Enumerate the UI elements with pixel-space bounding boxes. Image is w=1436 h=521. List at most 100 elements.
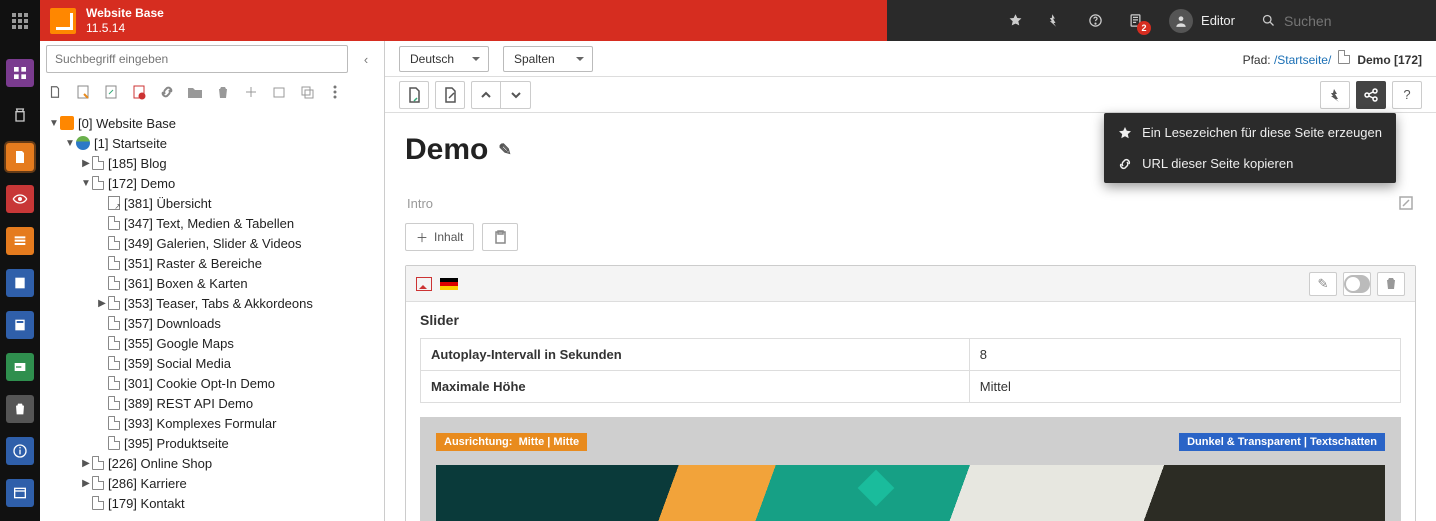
tree-node[interactable]: ▶[353] Teaser, Tabs & Akkordeons [40,293,380,313]
caret-icon[interactable]: ▶ [80,158,92,169]
edit-column-icon[interactable] [1398,195,1414,211]
module-recycler[interactable] [6,395,34,423]
copy-icon[interactable] [298,83,316,101]
module-template[interactable] [6,311,34,339]
tree-node[interactable]: ▶ [286] Karriere [40,473,380,493]
table-row: Autoplay-Intervall in Sekunden8 [421,339,1401,371]
module-sites[interactable] [6,479,34,507]
new-page-mount-icon[interactable] [130,83,148,101]
language-select[interactable]: Deutsch [399,46,489,72]
tree-node[interactable]: [381] Übersicht [40,193,380,213]
tree-collapse-button[interactable]: ‹ [354,45,378,73]
tree-node[interactable]: [361] Boxen & Karten [40,273,380,293]
caret-icon[interactable]: ▼ [80,178,92,189]
cache-button[interactable] [1035,0,1075,41]
module-dashboard[interactable] [6,59,34,87]
link-icon[interactable] [158,83,176,101]
toggle-icon [1344,275,1370,293]
help-button[interactable] [1075,0,1115,41]
tree-node[interactable]: [347] Text, Medien & Tabellen [40,213,380,233]
module-page[interactable] [6,143,34,171]
tree-node[interactable]: [389] REST API Demo [40,393,380,413]
new-page-icon[interactable] [46,83,64,101]
page-tree[interactable]: ▼[0] Website Base▼[1] Startseite▶[185] B… [40,107,384,521]
edit-page-button[interactable] [435,81,465,109]
folder-icon[interactable] [186,83,204,101]
tree-node-label: [226] Online Shop [108,456,212,471]
nav-up-button[interactable] [471,81,501,109]
clear-cache-button[interactable] [1320,81,1350,109]
caret-icon[interactable]: ▶ [96,298,108,309]
alignment-badge: Ausrichtung: Mitte | Mitte [436,433,587,451]
caret-icon[interactable]: ▼ [48,118,60,129]
tree-node-label: [349] Galerien, Slider & Videos [124,236,302,251]
bookmarks-button[interactable] [995,0,1035,41]
toggle-element-button[interactable] [1343,272,1371,296]
trash-icon[interactable] [214,83,232,101]
tree-node[interactable]: ▶[185] Blog [40,153,380,173]
sysfolder-icon[interactable] [270,83,288,101]
module-view[interactable] [6,185,34,213]
columns-select[interactable]: Spalten [503,46,593,72]
paste-content-button[interactable] [482,223,518,251]
reports-button[interactable]: 2 [1115,0,1155,41]
nav-down-button[interactable] [501,81,531,109]
module-forms[interactable] [6,353,34,381]
tree-node[interactable]: ▶ [226] Online Shop [40,453,380,473]
dropdown-bookmark[interactable]: Ein Lesezeichen für diese Seite erzeugen [1104,117,1396,148]
page-icon [108,336,120,350]
tree-node[interactable]: [359] Social Media [40,353,380,373]
apps-button[interactable] [0,0,40,41]
page-icon [92,476,104,490]
page-icon [108,436,120,450]
tree-node[interactable]: [179] Kontakt [40,493,380,513]
caret-icon[interactable]: ▶ [80,478,92,489]
user-menu-button[interactable]: Editor [1155,0,1249,41]
breadcrumb-link[interactable]: /Startseite/ [1274,53,1331,67]
module-web[interactable] [6,101,34,129]
tree-node[interactable]: ▼[0] Website Base [40,113,380,133]
tree-filter-input[interactable] [46,45,348,73]
page-icon [108,316,120,330]
edit-element-button[interactable]: ✎ [1309,272,1337,296]
tree-node[interactable]: ▼ [1] Startseite [40,133,380,153]
new-page-shortcut-icon[interactable] [102,83,120,101]
tree-node[interactable]: [355] Google Maps [40,333,380,353]
caret-icon[interactable]: ▶ [80,458,92,469]
tree-node[interactable]: [357] Downloads [40,313,380,333]
share-menu-button[interactable] [1356,81,1386,109]
module-about[interactable] [6,437,34,465]
tree-node-label: [286] Karriere [108,476,187,491]
delete-element-button[interactable] [1377,272,1405,296]
tree-node-label: [1] Startseite [94,136,167,151]
page-icon [108,256,120,270]
context-help-button[interactable]: ? [1392,81,1422,109]
new-page-link-icon[interactable] [74,83,92,101]
page-icon [108,356,120,370]
tree-node[interactable]: [301] Cookie Opt-In Demo [40,373,380,393]
tree-node[interactable]: [395] Produktseite [40,433,380,453]
tree-node[interactable]: [349] Galerien, Slider & Videos [40,233,380,253]
shortcut-icon [108,196,120,210]
tree-node[interactable]: [393] Komplexes Formular [40,413,380,433]
tree-node-label: [395] Produktseite [124,436,229,451]
module-info[interactable] [6,269,34,297]
avatar-icon [1169,9,1193,33]
tree-node-label: [355] Google Maps [124,336,234,351]
tree-node[interactable]: ▼[172] Demo [40,173,380,193]
add-content-button[interactable]: ＋ Inhalt [405,223,474,251]
tree-node[interactable]: [351] Raster & Bereiche [40,253,380,273]
global-search[interactable] [1249,0,1436,41]
global-search-input[interactable] [1284,13,1424,29]
new-record-button[interactable] [399,81,429,109]
caret-icon[interactable]: ▼ [64,138,76,149]
more-icon[interactable] [326,83,344,101]
module-list[interactable] [6,227,34,255]
tree-node-label: [381] Übersicht [124,196,211,211]
typo3-logo-icon [50,8,76,34]
divider-icon[interactable] [242,83,260,101]
content-area: Deutsch Spalten Pfad: /Startseite/ Demo … [385,41,1436,521]
pencil-icon[interactable]: ✎ [498,140,511,160]
column-header: Intro [405,191,1416,215]
dropdown-copy-url[interactable]: URL dieser Seite kopieren [1104,148,1396,179]
